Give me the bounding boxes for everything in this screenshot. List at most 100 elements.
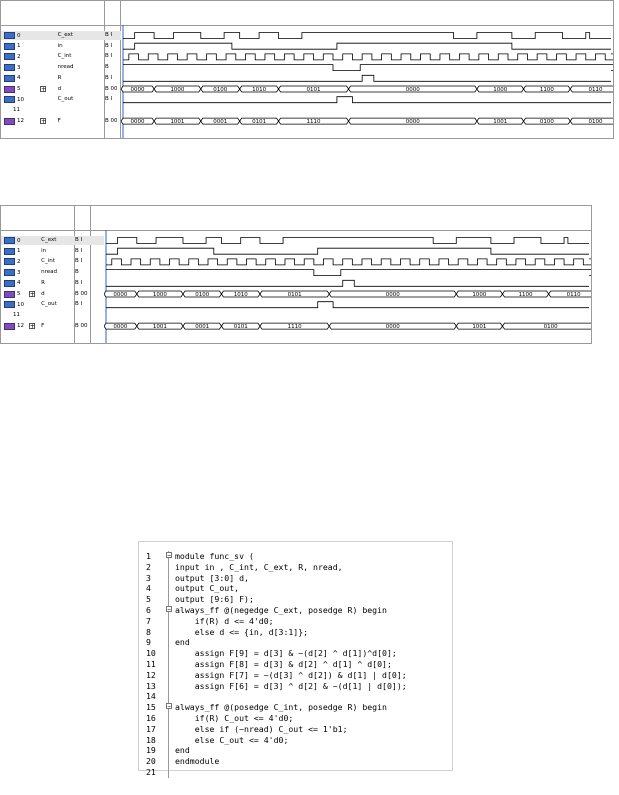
code-line[interactable]: 15 − always_ff @(posedge C_int, posedge R)… — [139, 702, 452, 713]
code-line[interactable]: 17 else if (~nread) C_out <= 1'b1; — [139, 723, 452, 735]
waveform-plot[interactable]: 0000 1000 0100 1010 0101 0000 1000 1100 0110 0000… — [104, 206, 591, 343]
signal-trace — [123, 64, 613, 71]
signal-row-d[interactable]: 5 + d B 00 — [1, 85, 121, 94]
code-line[interactable]: 2 input in , C_int, C_ext, R, nread, — [139, 561, 452, 573]
code-text: always_ff @(posedge C_int, posedge R) be… — [175, 702, 387, 713]
code-line[interactable]: 13 assign F[6] = d[3] ^ d[2] & ~(d[1] | … — [139, 680, 452, 692]
bus-segment: 0000 — [104, 290, 138, 298]
signal-value: B 00 — [75, 290, 88, 297]
svg-text:0001: 0001 — [213, 119, 227, 125]
code-text: if(R) C_out <= 4'd0; — [175, 713, 294, 723]
code-text: output [3:0] d, — [175, 572, 249, 583]
signal-value: B I — [105, 53, 113, 60]
signal-row-R[interactable]: 4 R B I — [1, 279, 104, 288]
code-line[interactable]: 4 output C_out, — [139, 583, 452, 595]
fold-icon[interactable]: − — [166, 606, 172, 613]
line-number: 10 — [146, 648, 156, 659]
line-number: 1 — [146, 551, 151, 561]
code-line[interactable]: 1 − module func_sv ( — [139, 551, 452, 562]
signal-icon — [4, 247, 15, 255]
signal-row-R[interactable]: 4 R B I — [1, 74, 121, 83]
code-line[interactable]: 19 end — [139, 745, 452, 757]
code-line[interactable]: 14 — [139, 691, 452, 703]
code-line[interactable]: 21 — [139, 767, 452, 778]
signal-row-blank[interactable]: 11 — [1, 311, 104, 320]
signal-value: B I — [105, 42, 113, 49]
fold-gutter — [168, 626, 169, 638]
expand-icon[interactable]: + — [40, 117, 46, 124]
svg-text:1100: 1100 — [540, 87, 554, 93]
bus-segment: 1001 — [136, 322, 184, 330]
fold-gutter — [168, 767, 169, 778]
signal-icon — [4, 96, 15, 104]
fold-icon[interactable]: − — [166, 703, 172, 710]
code-line[interactable]: 18 else C_out <= 4'd0; — [139, 734, 452, 746]
signal-row-d[interactable]: 5 + d B 00 — [1, 290, 104, 299]
code-line[interactable]: 10 assign F[9] = d[3] & ~(d[2] ^ d[1])^d… — [139, 648, 452, 659]
svg-text:0000: 0000 — [386, 292, 400, 298]
line-number: 6 — [146, 605, 151, 615]
code-line[interactable]: 12 assign F[7] = ~(d[3] ^ d[2]) & d[1] |… — [139, 669, 452, 681]
signal-row-C_out[interactable]: 10 C_out B I — [1, 95, 121, 104]
svg-text:0100: 0100 — [213, 87, 227, 93]
signal-index: 1 — [4, 247, 21, 255]
signal-row-nread[interactable]: 3 nread B — [1, 268, 104, 277]
expand-icon[interactable]: + — [28, 322, 35, 329]
fold-icon[interactable]: − — [166, 552, 172, 559]
svg-text:1001: 1001 — [153, 324, 167, 330]
code-line[interactable]: 6 − always_ff @(negedge C_ext, posedge R) … — [139, 605, 452, 616]
svg-text:0100: 0100 — [589, 119, 603, 125]
signal-trace — [123, 32, 611, 39]
signal-row-nread[interactable]: 3 nread B — [1, 63, 121, 72]
bus-segment: 0000 — [104, 322, 138, 330]
bus-segment: 0110 — [569, 85, 613, 93]
bus-segment: 1001 — [476, 117, 525, 125]
expand-icon[interactable]: + — [40, 85, 46, 92]
code-line[interactable]: 5 output [9:6] F); — [139, 594, 452, 605]
fold-gutter — [168, 648, 169, 659]
bus-segment: 1110 — [259, 322, 330, 330]
line-number: 5 — [146, 594, 151, 605]
signal-row-C_ext[interactable]: 0 C_ext B I — [1, 236, 104, 245]
signal-row-C_ext[interactable]: 0 C_ext B I — [1, 31, 121, 40]
line-number: 16 — [146, 713, 156, 723]
bus-segment: 0100 — [523, 117, 571, 125]
signal-row-F[interactable]: 12 + F B 00 — [1, 117, 121, 126]
verilog-code-editor[interactable]: 1− module func_sv (2 input in , C_int, C_e… — [138, 541, 453, 778]
signal-value: B 00 — [75, 322, 88, 329]
signal-index-text: 3 — [17, 64, 21, 71]
signal-value: B 00 — [105, 85, 118, 92]
signal-value: B I — [75, 237, 83, 243]
signal-trace — [123, 42, 611, 50]
code-line[interactable]: 7 if(R) d <= 4'd0; — [139, 615, 452, 627]
bus-segment: 1001 — [455, 322, 503, 330]
signal-index-text: 0 — [17, 32, 21, 39]
signal-row-C_int[interactable]: 2 C_int B I — [1, 52, 121, 61]
signal-row-in[interactable]: 1 in B I — [1, 42, 121, 51]
bus-segment: 0101 — [220, 322, 261, 330]
code-line[interactable]: 9 end — [139, 637, 452, 649]
signal-index: 2 — [4, 53, 21, 61]
signal-name: in — [41, 247, 47, 254]
signal-index-text: 2 — [17, 53, 21, 60]
code-line[interactable]: 20 endmodule — [139, 756, 452, 767]
code-line[interactable]: 3 output [3:0] d, — [139, 572, 452, 584]
code-text: assign F[7] = ~(d[3] ^ d[2]) & d[1] | d[… — [175, 669, 407, 680]
signal-row-C_int[interactable]: 2 C_int B I — [1, 257, 104, 266]
code-line[interactable]: 11 assign F[8] = d[3] & d[2] ^ d[1] ^ d[… — [139, 659, 452, 670]
code-line[interactable]: 16 if(R) C_out <= 4'd0; — [139, 713, 452, 724]
fold-gutter — [168, 583, 169, 595]
signal-row-blank[interactable]: 11 — [1, 106, 121, 115]
signal-index-text: 11 — [13, 311, 20, 318]
signal-row-C_out[interactable]: 10 C_out B I — [1, 300, 104, 309]
signal-icon — [4, 42, 15, 50]
bus-segment: 0000 — [348, 117, 478, 125]
signal-name: nread — [57, 64, 74, 71]
signal-trace — [106, 247, 589, 255]
fold-gutter — [168, 713, 169, 724]
signal-row-F[interactable]: 12 + F B 00 — [1, 322, 104, 331]
signal-row-in[interactable]: 1 in B I — [1, 247, 104, 256]
waveform-plot[interactable]: 0000 1000 0100 1010 0101 0000 1000 1100 0110 0000… — [121, 1, 613, 138]
expand-icon[interactable]: + — [28, 290, 35, 297]
code-line[interactable]: 8 else d <= {in, d[3:1]}; — [139, 626, 452, 638]
